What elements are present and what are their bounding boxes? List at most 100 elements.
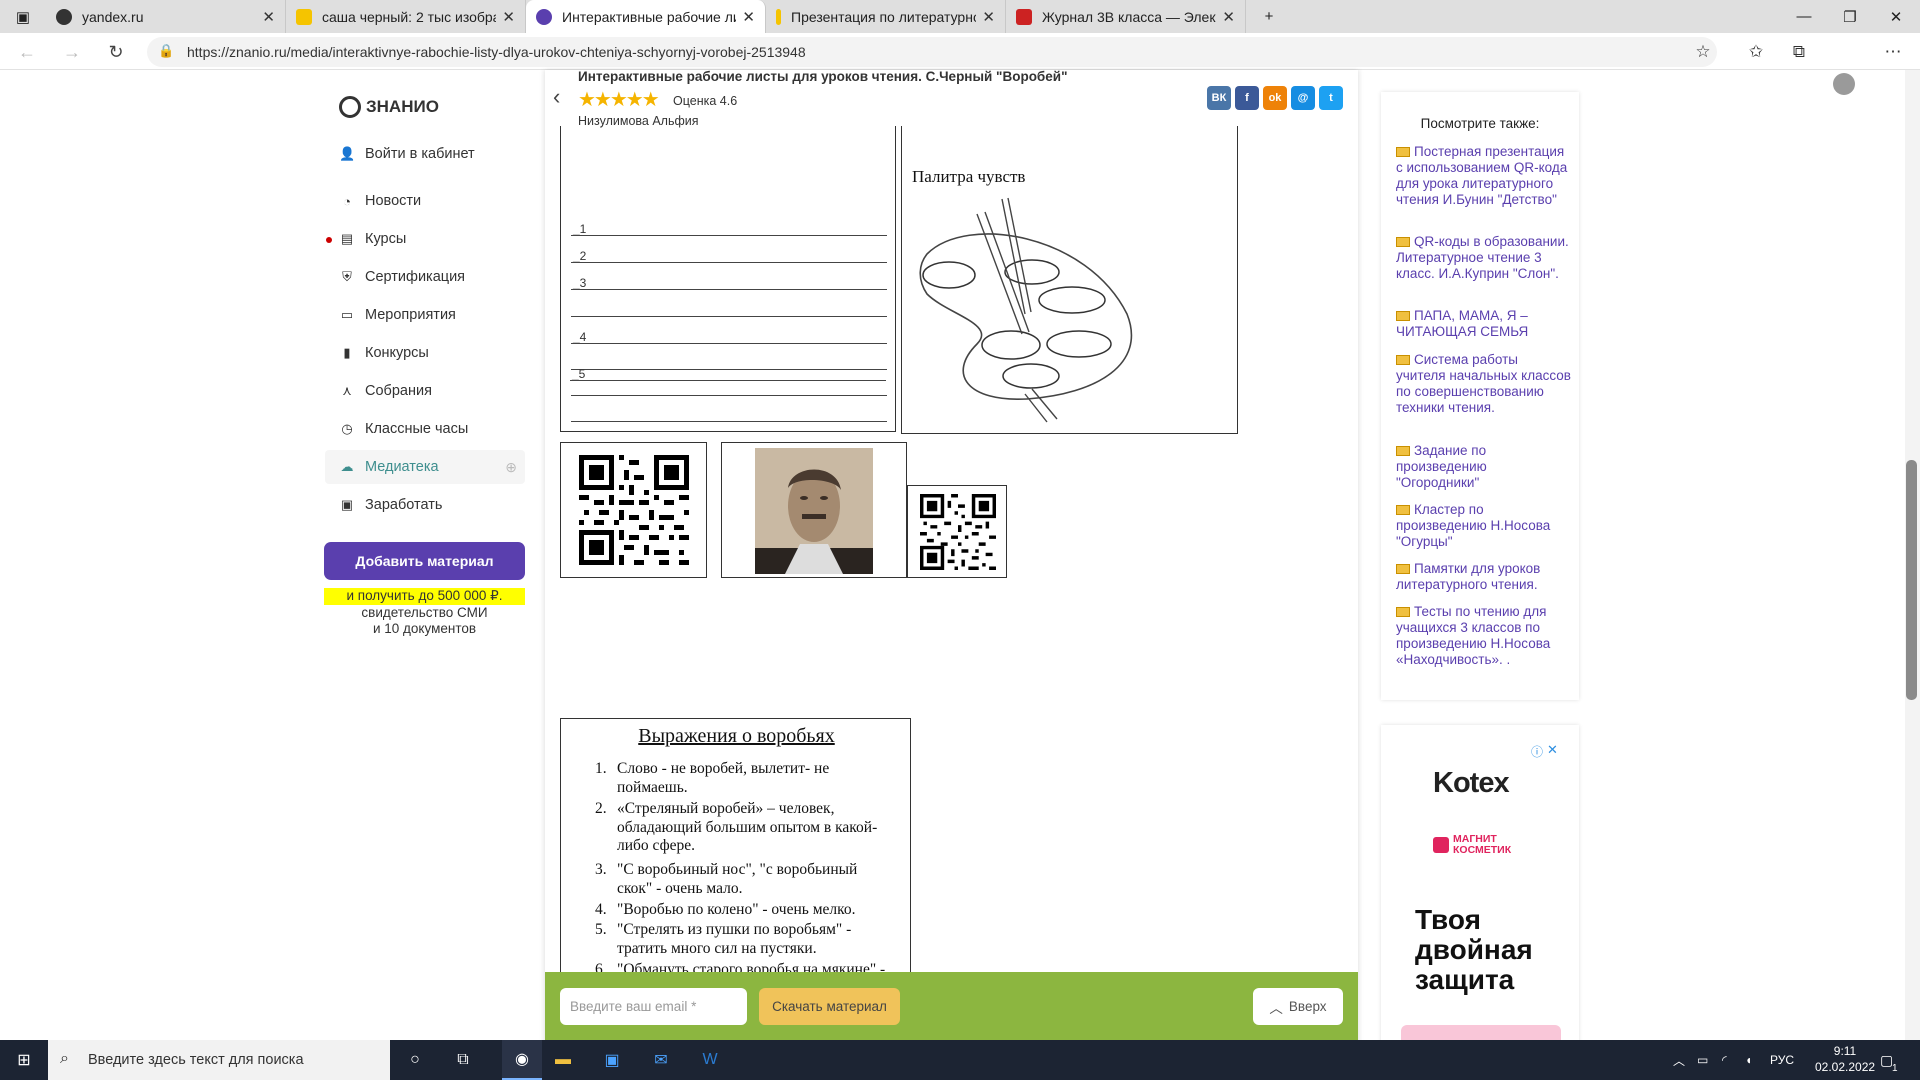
link-text: Кластер по произведению Н.Носова "Огурцы… [1396, 502, 1551, 549]
see-also-link[interactable]: ПАПА, МАМА, Я – ЧИТАЮЩАЯ СЕМЬЯ [1396, 308, 1571, 340]
scrollbar-thumb[interactable] [1906, 460, 1917, 700]
favorites-icon[interactable]: ✩ [1739, 37, 1773, 67]
task-view-icon[interactable]: ⧉ [451, 1048, 475, 1072]
mail-share-button[interactable]: @ [1291, 86, 1315, 110]
logo-icon [339, 96, 361, 118]
tab-4[interactable]: Журнал 3В класса — Электронн ✕ [1006, 0, 1246, 33]
language-indicator[interactable]: РУС [1770, 1040, 1794, 1080]
sidebar-item-login[interactable]: 👤 Войти в кабинет [325, 137, 525, 171]
tab-actions-icon[interactable]: ▣ [0, 0, 46, 33]
see-also-link[interactable]: Задание по произведению "Огородники" [1396, 443, 1571, 491]
add-circle-icon[interactable]: ⊕ [505, 459, 517, 476]
line [570, 380, 886, 381]
close-tab-icon[interactable]: ✕ [502, 8, 515, 26]
close-window-icon[interactable]: ✕ [1873, 0, 1919, 33]
author-name[interactable]: Низулимова Альфия [578, 114, 699, 128]
forward-icon[interactable]: → [57, 37, 87, 67]
cortana-icon[interactable]: ○ [403, 1048, 427, 1072]
ad-banner[interactable]: ⓘ ✕ Kotex МАГНИТ КОСМЕТИК Твоя двойная защи… [1381, 725, 1579, 1055]
rating-stars[interactable]: ★★★★★ [578, 87, 660, 112]
windows-start-icon[interactable]: ⊞ [12, 1048, 36, 1072]
magnit-logo-icon [1433, 837, 1449, 853]
close-tab-icon[interactable]: ✕ [262, 8, 275, 26]
ok-share-button[interactable]: ok [1263, 86, 1287, 110]
see-also-link[interactable]: Система работы учителя начальных классов… [1396, 352, 1571, 416]
email-input[interactable]: Введите ваш email * [560, 988, 747, 1025]
sidebar-item-earn[interactable]: ▣ Заработать [325, 488, 525, 522]
sidebar-item-courses[interactable]: ▤ Курсы [325, 222, 525, 256]
close-tab-icon[interactable]: ✕ [982, 8, 995, 26]
restore-icon[interactable]: ❐ [1827, 0, 1873, 33]
link-text: Постерная презентация с использованием Q… [1396, 144, 1568, 207]
network-icon[interactable]: ◜ [1722, 1040, 1727, 1080]
word-icon[interactable]: W [698, 1048, 722, 1072]
mail-icon[interactable]: ✉ [649, 1048, 673, 1072]
close-tab-icon[interactable]: ✕ [1222, 8, 1235, 26]
sidebar-item-certification[interactable]: ⛨ Сертификация [325, 260, 525, 294]
back-arrow-icon[interactable]: ‹ [553, 84, 560, 110]
download-button[interactable]: Скачать материал [759, 988, 900, 1025]
ad-close-icon[interactable]: ✕ [1547, 742, 1558, 758]
sidebar-item-mediateka[interactable]: ☁ Медиатека ⊕ [325, 450, 525, 484]
more-menu-icon[interactable]: ⋯ [1876, 37, 1910, 67]
lock-icon[interactable]: 🔒 [158, 43, 174, 59]
meet-icon[interactable]: ▭ [1697, 1040, 1708, 1080]
sidebar-item-meetings[interactable]: ⋏ Собрания [325, 374, 525, 408]
close-tab-icon[interactable]: ✕ [742, 8, 755, 26]
profile-avatar[interactable] [1833, 73, 1855, 95]
ad-info-icon[interactable]: ⓘ [1531, 743, 1543, 760]
folder-icon [1396, 607, 1410, 617]
tab-title: Презентация по литературному [791, 8, 976, 25]
twitter-share-button[interactable]: t [1319, 86, 1343, 110]
see-also-link[interactable]: Постерная презентация с использованием Q… [1396, 144, 1571, 208]
document-viewer: _1 _2 _3 _4 _5 Палитра чувств Выражения … [545, 69, 1358, 1050]
sidebar-item-contests[interactable]: ▮ Конкурсы [325, 336, 525, 370]
ad-headline: Твоя двойная защита [1415, 905, 1533, 995]
collections-icon[interactable]: ⧉ [1782, 37, 1816, 67]
see-also-link[interactable]: QR-коды в образовании. Литературное чтен… [1396, 234, 1571, 282]
scroll-top-button[interactable]: ︿ Вверх [1253, 988, 1343, 1025]
shield-icon: ⛨ [342, 269, 352, 284]
taskbar-search-input[interactable]: Введите здесь текст для поиска [48, 1040, 390, 1080]
expression-number: 3. [595, 861, 607, 878]
znanio-logo[interactable]: ЗНАНИО [339, 96, 439, 118]
book-icon: ▤ [340, 231, 354, 246]
clock[interactable]: 9:11 02.02.2022 [1815, 1043, 1875, 1075]
line-number: _5 [572, 367, 586, 381]
sidebar-item-news[interactable]: ◔ Новости [325, 184, 525, 218]
see-also-link[interactable]: Памятки для уроков литературного чтения. [1396, 561, 1571, 593]
sidebar-item-label: Классные часы [365, 421, 469, 437]
back-icon[interactable]: ← [12, 37, 42, 67]
edge-taskbar-icon[interactable]: ◉ [502, 1040, 542, 1080]
line-number: _3 [573, 276, 587, 290]
author-portrait-image[interactable] [755, 448, 873, 574]
vk-share-button[interactable]: ВК [1207, 86, 1231, 110]
folder-icon [1396, 237, 1410, 247]
refresh-icon[interactable]: ↻ [101, 37, 131, 67]
tab-0[interactable]: yandex.ru ✕ [46, 0, 286, 33]
minimize-icon[interactable]: — [1781, 0, 1827, 33]
see-also-link[interactable]: Кластер по произведению Н.Носова "Огурцы… [1396, 502, 1571, 550]
sidebar-item-label: Сертификация [365, 269, 466, 285]
promo-text: свидетельство СМИ [361, 605, 488, 620]
new-tab-icon[interactable]: + [1246, 0, 1292, 33]
folder-icon [1396, 147, 1410, 157]
qr-code-image[interactable] [920, 494, 996, 570]
notification-icon[interactable]: ▢ [1880, 1040, 1893, 1080]
sidebar-item-events[interactable]: ▭ Мероприятия [325, 298, 525, 332]
tab-3[interactable]: Презентация по литературному ✕ [766, 0, 1006, 33]
tab-1[interactable]: саша черный: 2 тыс изображен ✕ [286, 0, 526, 33]
store-icon[interactable]: ▣ [600, 1048, 624, 1072]
tab-2-active[interactable]: Интерактивные рабочие листы ✕ [526, 0, 766, 33]
qr-code-image[interactable] [579, 455, 689, 565]
file-explorer-icon[interactable]: ▬ [551, 1048, 575, 1072]
tray-chevron-icon[interactable]: ︿ [1673, 1040, 1685, 1080]
add-material-button[interactable]: Добавить материал [324, 542, 525, 580]
volume-icon[interactable]: ◖ [1745, 1040, 1752, 1080]
sidebar-item-class-hours[interactable]: ◷ Классные часы [325, 412, 525, 446]
add-favorite-icon[interactable]: ☆ [1686, 37, 1720, 67]
url-field[interactable]: https://znanio.ru/media/interaktivnye-ra… [147, 37, 1717, 67]
facebook-share-button[interactable]: f [1235, 86, 1259, 110]
see-also-link[interactable]: Тесты по чтению для учащихся 3 классов п… [1396, 604, 1571, 668]
sidebar-item-label: Курсы [365, 231, 407, 247]
